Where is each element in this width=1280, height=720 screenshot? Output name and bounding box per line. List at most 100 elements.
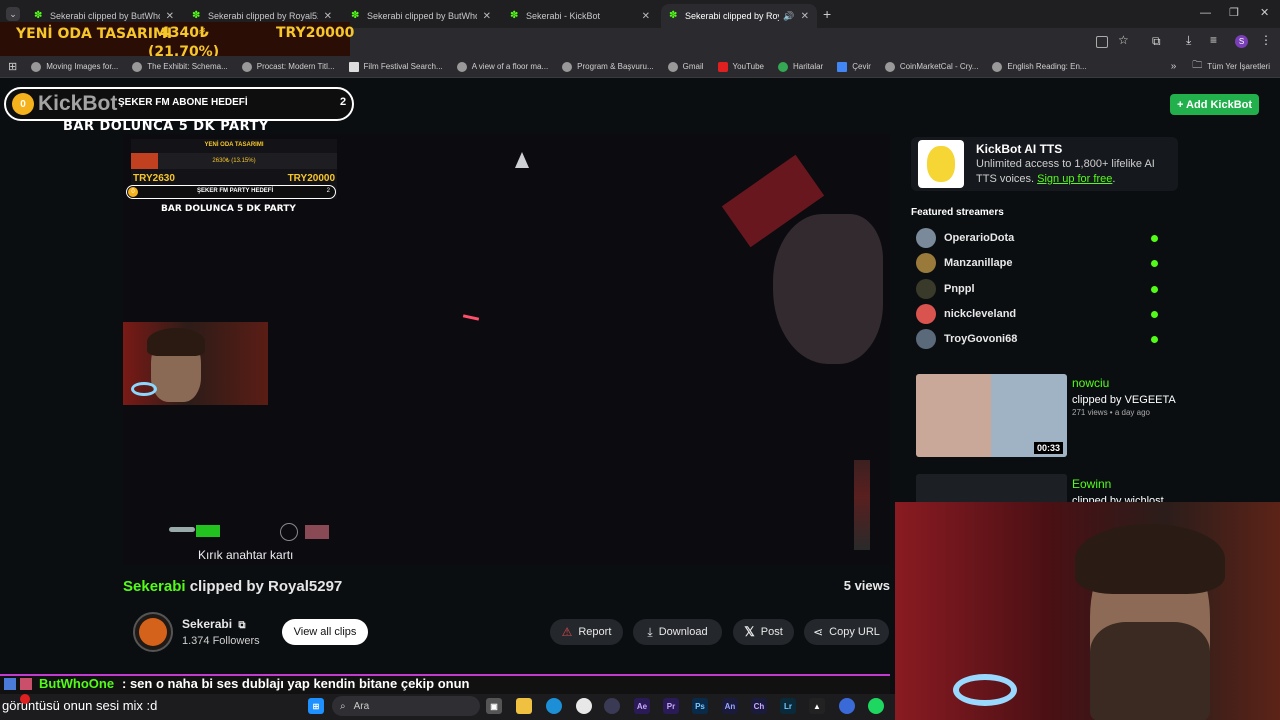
kick-favicon-icon: ✽: [510, 10, 519, 21]
more-bookmarks-icon[interactable]: »: [1171, 61, 1177, 72]
sign-up-link[interactable]: Sign up for free: [1037, 173, 1112, 185]
search-icon: ⌕: [340, 700, 346, 712]
chat-badge-icon: [20, 678, 32, 690]
bookmark-item[interactable]: English Reading: En...: [992, 61, 1087, 72]
featured-streamer-row[interactable]: TroyGovoni68: [916, 329, 1166, 349]
tab-close-icon[interactable]: ✕: [166, 11, 174, 22]
featured-streamer-row[interactable]: nickcleveland: [916, 304, 1166, 324]
extensions-icon[interactable]: ⧉: [1152, 34, 1161, 49]
app-icon[interactable]: ▲: [809, 698, 825, 714]
cartoon-character: [927, 146, 955, 182]
chat-username: ButWhoOne: [39, 676, 115, 691]
video-subtitle: Kırık anahtar kartı: [198, 548, 294, 562]
bookmark-star-icon[interactable]: ☆: [1118, 33, 1129, 47]
download-button[interactable]: ⤓ Download: [633, 619, 722, 645]
chat-overlay: ButWhoOne : sen o naha bi ses dublajı ya…: [0, 674, 890, 694]
streamer-name[interactable]: Sekerabi ⧉: [182, 617, 246, 631]
photoshop-icon[interactable]: Ps: [692, 698, 708, 714]
folder-icon: 🗀: [1192, 60, 1203, 71]
bookmark-item[interactable]: Çevir: [837, 61, 871, 72]
video-goal-target: TRY20000: [287, 173, 335, 184]
spotify-icon[interactable]: [868, 698, 884, 714]
kick-favicon-icon: ✽: [192, 10, 201, 21]
add-kickbot-button[interactable]: + Add KickBot: [1170, 94, 1259, 115]
after-effects-icon[interactable]: Ae: [634, 698, 650, 714]
menu-kebab-icon[interactable]: ⋮: [1260, 33, 1272, 47]
download-icon[interactable]: ⤓: [1186, 33, 1191, 48]
app-icon[interactable]: [604, 698, 620, 714]
tab-close-icon[interactable]: ✕: [801, 11, 809, 22]
tab-4[interactable]: ✽ Sekerabi - KickBot ✕: [502, 4, 658, 28]
chat-badge-icon: [4, 678, 16, 690]
tab-5-active[interactable]: ✽ Sekerabi clipped by Royal5297 🔊 ✕: [661, 4, 817, 28]
kickbot-logo[interactable]: KickBot: [38, 92, 117, 116]
bookmark-item[interactable]: CoinMarketCal - Cry...: [884, 61, 978, 72]
bookmark-item[interactable]: Gmail: [667, 61, 704, 72]
avatar: [916, 304, 936, 324]
app-icon[interactable]: [839, 698, 855, 714]
party-text: BAR DOLUNCA 5 DK PARTY: [63, 119, 269, 134]
sub-goal-overlay: 0 KickBot ŞEKER FM ABONE HEDEFİ 2: [4, 87, 354, 121]
bookmark-item[interactable]: YouTube: [717, 61, 764, 72]
sub-goal-label: ŞEKER FM ABONE HEDEFİ: [118, 97, 248, 108]
streamer-hair: [147, 328, 205, 356]
featured-streamer-row[interactable]: OperarioDota: [916, 228, 1166, 248]
goal-amount: 4340₺: [160, 25, 209, 41]
restore-icon[interactable]: ❐: [1229, 6, 1239, 19]
bookmark-item[interactable]: Moving Images for...: [31, 61, 118, 72]
copy-url-button[interactable]: ⋖ Copy URL: [804, 619, 889, 645]
minimize-icon[interactable]: —: [1200, 7, 1211, 19]
bookmark-item[interactable]: Film Festival Search...: [348, 61, 443, 72]
featured-streamer-row[interactable]: Pnppl: [916, 279, 1166, 299]
avatar: [916, 329, 936, 349]
character-animator-icon[interactable]: Ch: [751, 698, 767, 714]
hud-mic-icon: [169, 527, 195, 532]
tts-title: KickBot AI TTS: [976, 142, 1063, 156]
clip-video-player[interactable]: YENİ ODA TASARIMI 2630₺ (13.15%) TRY2630…: [123, 134, 890, 565]
goal-target: TRY20000: [276, 25, 355, 41]
live-indicator: [1151, 234, 1158, 242]
clip-thumbnail[interactable]: 00:33: [916, 374, 1067, 457]
bookmark-item[interactable]: The Exhibit: Schema...: [132, 61, 228, 72]
close-window-icon[interactable]: ✕: [1260, 6, 1269, 19]
premiere-icon[interactable]: Pr: [663, 698, 679, 714]
tab-close-icon[interactable]: ✕: [642, 11, 650, 22]
video-sub-goal-count: 0: [128, 187, 138, 197]
clip-channel[interactable]: Eowinn: [1072, 477, 1111, 491]
post-button[interactable]: 𝕏 Post: [733, 619, 794, 645]
report-button[interactable]: ⚠ Report: [550, 619, 623, 645]
clip-channel-link[interactable]: Sekerabi: [123, 578, 186, 595]
bookmark-item[interactable]: Haritalar: [777, 61, 823, 72]
bookmark-item[interactable]: Program & Başvuru...: [562, 61, 654, 72]
edge-icon[interactable]: [546, 698, 562, 714]
profile-avatar[interactable]: S: [1235, 35, 1248, 48]
bookmark-item[interactable]: Procast: Modern Titl...: [241, 61, 335, 72]
file-explorer-icon[interactable]: [516, 698, 532, 714]
tab-3[interactable]: ✽ Sekerabi clipped by ButWhoOne ✕: [343, 4, 499, 28]
tab-close-icon[interactable]: ✕: [483, 11, 491, 22]
lightroom-icon[interactable]: Lr: [780, 698, 796, 714]
chrome-icon[interactable]: [576, 698, 592, 714]
tab-search-chevron-icon[interactable]: ⌄: [6, 7, 20, 21]
streamer-avatar[interactable]: [133, 612, 173, 652]
task-view-icon[interactable]: ▣: [486, 698, 502, 714]
bookmark-item[interactable]: A view of a floor ma...: [456, 61, 548, 72]
reading-list-icon[interactable]: ≡: [1210, 33, 1217, 47]
view-all-clips-button[interactable]: View all clips: [282, 619, 368, 645]
animate-icon[interactable]: An: [722, 698, 738, 714]
clip-channel[interactable]: nowciu: [1072, 376, 1109, 390]
translate-icon[interactable]: [1096, 36, 1108, 48]
apps-grid-icon[interactable]: ⊞: [8, 60, 17, 73]
goal-label: YENİ ODA TASARIMI: [16, 26, 173, 42]
taskbar-search[interactable]: ⌕ Ara: [332, 696, 480, 716]
hud-meter: [854, 460, 870, 550]
kick-favicon-icon: ✽: [669, 10, 678, 21]
windows-start-icon[interactable]: ⊞: [308, 698, 324, 714]
speaker-icon[interactable]: 🔊: [783, 11, 794, 22]
live-indicator: [1151, 285, 1158, 293]
clip-thumbnail[interactable]: [916, 474, 1067, 504]
tab-close-icon[interactable]: ✕: [324, 11, 332, 22]
featured-streamer-row[interactable]: Manzanillape: [916, 253, 1166, 273]
all-bookmarks[interactable]: 🗀 Tüm Yer İşaretleri: [1192, 58, 1270, 75]
new-tab-plus-icon[interactable]: +: [823, 6, 831, 22]
